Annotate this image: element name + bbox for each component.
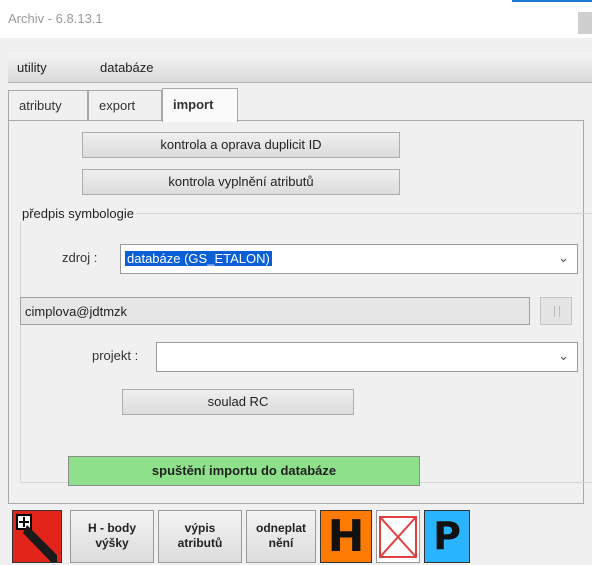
red-tool-icon[interactable] [12,510,62,563]
bar-icon [554,306,560,317]
cancel-x-svg [379,516,417,558]
odneplat-line2: nění [268,536,294,550]
source-combo-value: databáze (GS_ETALON) [125,251,272,266]
title-accent-line [512,0,592,2]
menu-utility[interactable]: utility [17,60,47,75]
red-tool-svg [16,514,57,562]
menu-bar: utility databáze [8,52,592,83]
symbology-group-label: předpis symbologie [20,206,137,221]
window-control-button[interactable] [578,12,592,34]
odneplatneni-button[interactable]: odneplat nění [246,510,316,563]
h-body-line1: H - body [88,521,136,535]
source-label: zdroj : [62,250,98,265]
title-bar: Archiv - 6.8.13.1 [0,0,592,38]
vypis-line2: atributů [177,536,223,550]
chevron-down-icon[interactable]: ⌄ [558,250,569,266]
odneplat-line1: odneplat [256,521,306,535]
h-body-line2: výšky [95,536,129,550]
p-letter: P [433,514,461,558]
h-body-vysky-button[interactable]: H - body výšky [70,510,154,563]
tab-atributy[interactable]: atributy [8,90,88,120]
h-letter-icon[interactable]: H [320,510,372,563]
tab-import[interactable]: import [162,88,238,122]
h-letter: H [327,511,365,562]
user-field[interactable]: cimplova@jdtmzk [20,297,530,325]
bottom-toolbar: H - body výšky výpis atributů odneplat n… [8,510,592,563]
vypis-atributu-button[interactable]: výpis atributů [158,510,242,563]
menu-databaze[interactable]: databáze [100,60,154,75]
tab-export[interactable]: export [88,90,162,120]
vypis-line1: výpis [184,521,216,535]
project-combo[interactable]: ⌄ [156,342,578,372]
soulad-rc-button[interactable]: soulad RC [122,389,354,415]
start-import-button[interactable]: spuštění importu do databáze [68,456,420,486]
window-title: Archiv - 6.8.13.1 [8,11,103,26]
p-letter-icon[interactable]: P [424,510,470,563]
check-duplicates-button[interactable]: kontrola a oprava duplicit ID [82,132,400,158]
chevron-down-icon[interactable]: ⌄ [558,348,569,364]
check-attributes-button[interactable]: kontrola vyplnění atributů [82,169,400,195]
project-label: projekt : [92,348,139,363]
user-field-value: cimplova@jdtmzk [25,304,128,319]
source-combo[interactable]: databáze (GS_ETALON) ⌄ [120,244,578,274]
cancel-x-icon[interactable] [376,510,420,563]
user-action-button[interactable] [540,297,572,325]
